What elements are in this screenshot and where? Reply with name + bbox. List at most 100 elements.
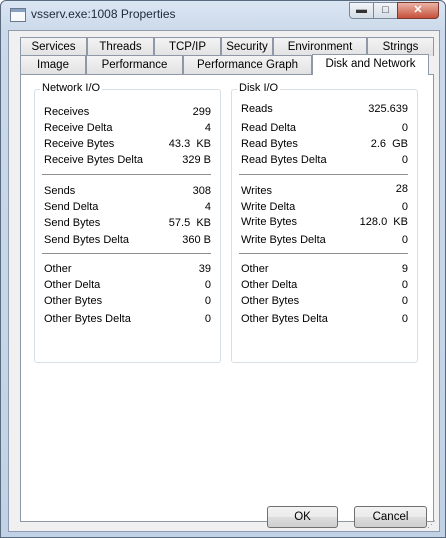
- read-bytes-value: 2.6 GB: [370, 138, 408, 150]
- maximize-button[interactable]: □: [373, 2, 398, 19]
- receives-value: 299: [192, 106, 211, 118]
- tab-image[interactable]: Image: [20, 55, 86, 74]
- read-bytes-row: Read Bytes 2.6 GB: [241, 137, 408, 151]
- network-other-bytes-value: 0: [204, 295, 211, 307]
- ok-button[interactable]: OK: [267, 506, 338, 528]
- disk-other-bytes-delta-value: 0: [401, 313, 408, 325]
- read-bytes-delta-label: Read Bytes Delta: [241, 154, 327, 166]
- network-divider-1: [42, 174, 211, 176]
- disk-other-delta-label: Other Delta: [241, 279, 298, 291]
- title-bar[interactable]: vsserv.exe:1008 Properties ▬ □ ✕: [1, 1, 445, 29]
- receives-row: Receives 299: [44, 105, 211, 119]
- disk-other-delta-value: 0: [401, 279, 408, 291]
- disk-other-label: Other: [241, 263, 269, 275]
- window-title: vsserv.exe:1008 Properties: [31, 7, 176, 21]
- tab-services[interactable]: Services: [20, 37, 87, 56]
- network-other-delta-row: Other Delta 0: [44, 278, 211, 292]
- disk-other-bytes-label: Other Bytes: [241, 295, 300, 307]
- resize-grip-icon[interactable]: ⋰: [427, 519, 437, 529]
- tab-performance-graph[interactable]: Performance Graph: [183, 55, 312, 74]
- dialog-body: Services Threads TCP/IP Security Environ…: [8, 30, 440, 532]
- writes-value: 28: [395, 183, 408, 195]
- receive-delta-label: Receive Delta: [44, 122, 113, 134]
- write-bytes-value: 128.0 KB: [359, 216, 408, 228]
- receive-bytes-value: 43.3 KB: [168, 138, 211, 150]
- receive-bytes-row: Receive Bytes 43.3 KB: [44, 137, 211, 151]
- network-other-bytes-delta-value: 0: [204, 313, 211, 325]
- writes-label: Writes: [241, 185, 272, 197]
- write-bytes-label: Write Bytes: [241, 216, 298, 228]
- read-bytes-label: Read Bytes: [241, 138, 298, 150]
- network-other-delta-label: Other Delta: [44, 279, 101, 291]
- tab-threads[interactable]: Threads: [87, 37, 154, 56]
- write-bytes-delta-label: Write Bytes Delta: [241, 234, 326, 246]
- send-bytes-delta-label: Send Bytes Delta: [44, 234, 129, 246]
- send-delta-label: Send Delta: [44, 201, 99, 213]
- disk-other-bytes-delta-row: Other Bytes Delta 0: [241, 312, 408, 326]
- receive-bytes-label: Receive Bytes: [44, 138, 115, 150]
- read-bytes-delta-value: 0: [401, 154, 408, 166]
- network-other-row: Other 39: [44, 262, 211, 276]
- network-other-bytes-delta-row: Other Bytes Delta 0: [44, 312, 211, 326]
- sends-value: 308: [192, 185, 211, 197]
- network-other-value: 39: [198, 263, 211, 275]
- disk-other-bytes-row: Other Bytes 0: [241, 294, 408, 308]
- tab-panel: Network I/O Receives 299 Receive Delta 4…: [20, 74, 434, 522]
- disk-other-bytes-delta-label: Other Bytes Delta: [241, 313, 328, 325]
- receive-delta-value: 4: [204, 122, 211, 134]
- receive-bytes-delta-value: 329 B: [182, 154, 211, 166]
- send-delta-row: Send Delta 4: [44, 200, 211, 214]
- disk-divider-2: [239, 253, 408, 255]
- network-other-label: Other: [44, 263, 72, 275]
- disk-other-row: Other 9: [241, 262, 408, 276]
- disk-io-title: Disk I/O: [237, 82, 281, 94]
- tab-tcpip[interactable]: TCP/IP: [154, 37, 221, 56]
- read-delta-value: 0: [401, 122, 408, 134]
- send-bytes-value: 57.5 KB: [168, 217, 211, 229]
- network-io-title: Network I/O: [40, 82, 103, 94]
- writes-row: Writes 28: [241, 183, 408, 198]
- read-delta-row: Read Delta 0: [241, 121, 408, 135]
- send-bytes-delta-value: 360 B: [182, 234, 211, 246]
- write-bytes-delta-row: Write Bytes Delta 0: [241, 233, 408, 247]
- disk-other-delta-row: Other Delta 0: [241, 278, 408, 292]
- write-bytes-delta-value: 0: [401, 234, 408, 246]
- receives-label: Receives: [44, 106, 90, 118]
- write-delta-label: Write Delta: [241, 201, 296, 213]
- close-button[interactable]: ✕: [397, 2, 439, 19]
- write-delta-row: Write Delta 0: [241, 200, 408, 214]
- write-bytes-row: Write Bytes 128.0 KB: [241, 215, 408, 229]
- network-io-group: Network I/O Receives 299 Receive Delta 4…: [34, 82, 221, 363]
- network-other-delta-value: 0: [204, 279, 211, 291]
- disk-divider-1: [239, 174, 408, 176]
- sends-row: Sends 308: [44, 184, 211, 198]
- tab-disk-and-network[interactable]: Disk and Network: [312, 54, 429, 75]
- network-other-bytes-delta-label: Other Bytes Delta: [44, 313, 131, 325]
- send-delta-value: 4: [204, 201, 211, 213]
- receive-delta-row: Receive Delta 4: [44, 121, 211, 135]
- receive-bytes-delta-row: Receive Bytes Delta 329 B: [44, 153, 211, 167]
- send-bytes-delta-row: Send Bytes Delta 360 B: [44, 233, 211, 247]
- write-delta-value: 0: [401, 201, 408, 213]
- tab-security[interactable]: Security: [221, 37, 273, 56]
- app-window-icon: [10, 8, 26, 22]
- disk-other-value: 9: [401, 263, 408, 275]
- reads-label: Reads: [241, 103, 273, 115]
- minimize-button[interactable]: ▬: [349, 2, 374, 19]
- reads-value: 325.639: [368, 103, 408, 115]
- tab-performance[interactable]: Performance: [86, 55, 183, 74]
- disk-io-group: Disk I/O Reads 325.639 Read Delta 0 Read…: [231, 82, 418, 363]
- properties-window: vsserv.exe:1008 Properties ▬ □ ✕ Service…: [0, 0, 446, 538]
- send-bytes-row: Send Bytes 57.5 KB: [44, 216, 211, 230]
- sends-label: Sends: [44, 185, 76, 197]
- cancel-button[interactable]: Cancel: [354, 506, 427, 528]
- reads-row: Reads 325.639: [241, 102, 408, 116]
- network-divider-2: [42, 253, 211, 255]
- network-other-bytes-label: Other Bytes: [44, 295, 103, 307]
- read-delta-label: Read Delta: [241, 122, 297, 134]
- read-bytes-delta-row: Read Bytes Delta 0: [241, 153, 408, 167]
- disk-other-bytes-value: 0: [401, 295, 408, 307]
- receive-bytes-delta-label: Receive Bytes Delta: [44, 154, 144, 166]
- network-other-bytes-row: Other Bytes 0: [44, 294, 211, 308]
- send-bytes-label: Send Bytes: [44, 217, 101, 229]
